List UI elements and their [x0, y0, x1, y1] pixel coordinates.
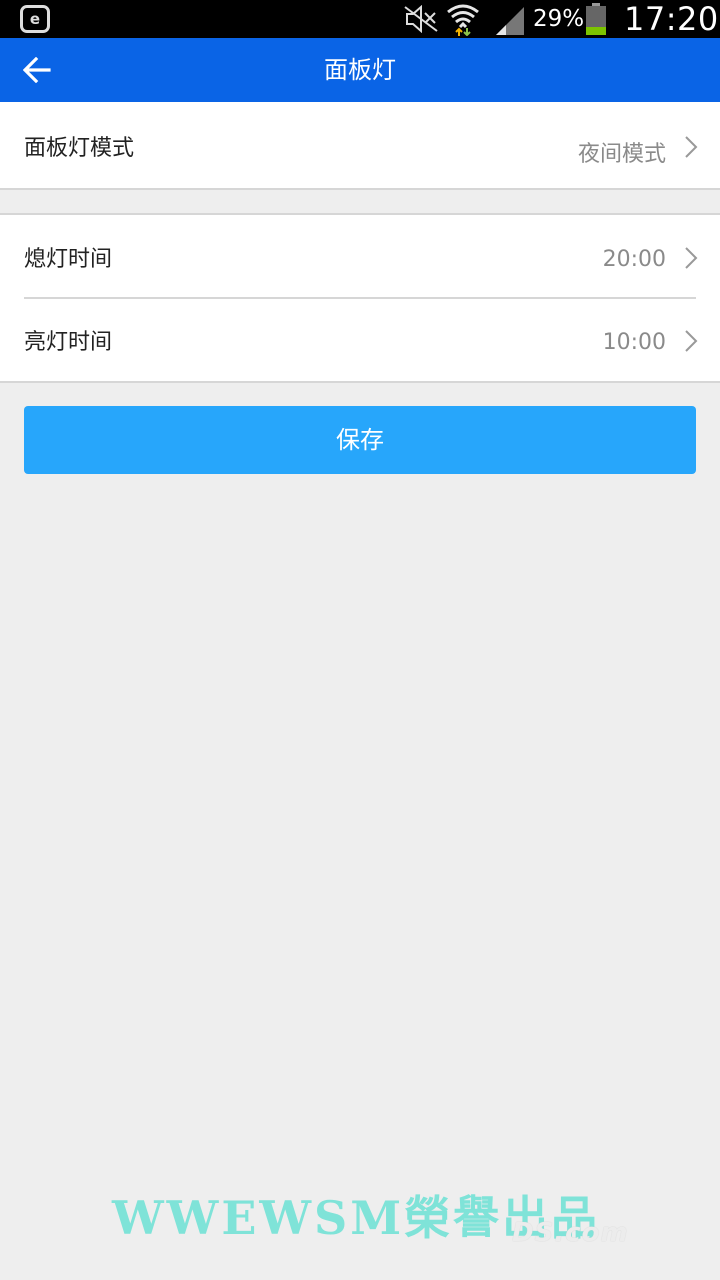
page-title: 面板灯 [324, 56, 396, 84]
chevron-right-icon [685, 136, 698, 158]
app-bar: 面板灯 [0, 38, 720, 102]
watermark-sub-text: DS.com [512, 1218, 629, 1248]
lights-off-value: 20:00 [602, 247, 666, 272]
clock: 17:20 [624, 0, 719, 38]
mode-row[interactable]: 面板灯模式 夜间模式 [0, 102, 720, 185]
chevron-right-icon [685, 330, 698, 352]
lights-on-row[interactable]: 亮灯时间 10:00 [0, 299, 720, 382]
back-arrow-icon [23, 57, 51, 83]
lights-on-label: 亮灯时间 [24, 330, 113, 355]
app-notification-icon: e [20, 5, 50, 33]
mode-card: 面板灯模式 夜间模式 [0, 102, 720, 190]
time-card: 熄灯时间 20:00 亮灯时间 10:00 [0, 213, 720, 383]
lights-off-label: 熄灯时间 [24, 247, 113, 272]
back-button[interactable] [14, 46, 60, 94]
chevron-right-icon [685, 247, 698, 269]
mode-label: 面板灯模式 [24, 136, 135, 161]
status-bar: e 29% 17:20 [0, 0, 720, 38]
watermark: WWEWSM榮譽出品 DS.com [112, 1180, 682, 1250]
battery-percent: 29% [533, 6, 585, 32]
mode-value: 夜间模式 [577, 142, 666, 167]
wifi-icon [447, 4, 479, 36]
battery-icon [586, 3, 606, 35]
save-button[interactable]: 保存 [24, 406, 696, 474]
lights-on-value: 10:00 [602, 330, 666, 355]
signal-icon [496, 7, 524, 35]
mute-icon [404, 5, 438, 33]
lights-off-row[interactable]: 熄灯时间 20:00 [0, 215, 720, 299]
